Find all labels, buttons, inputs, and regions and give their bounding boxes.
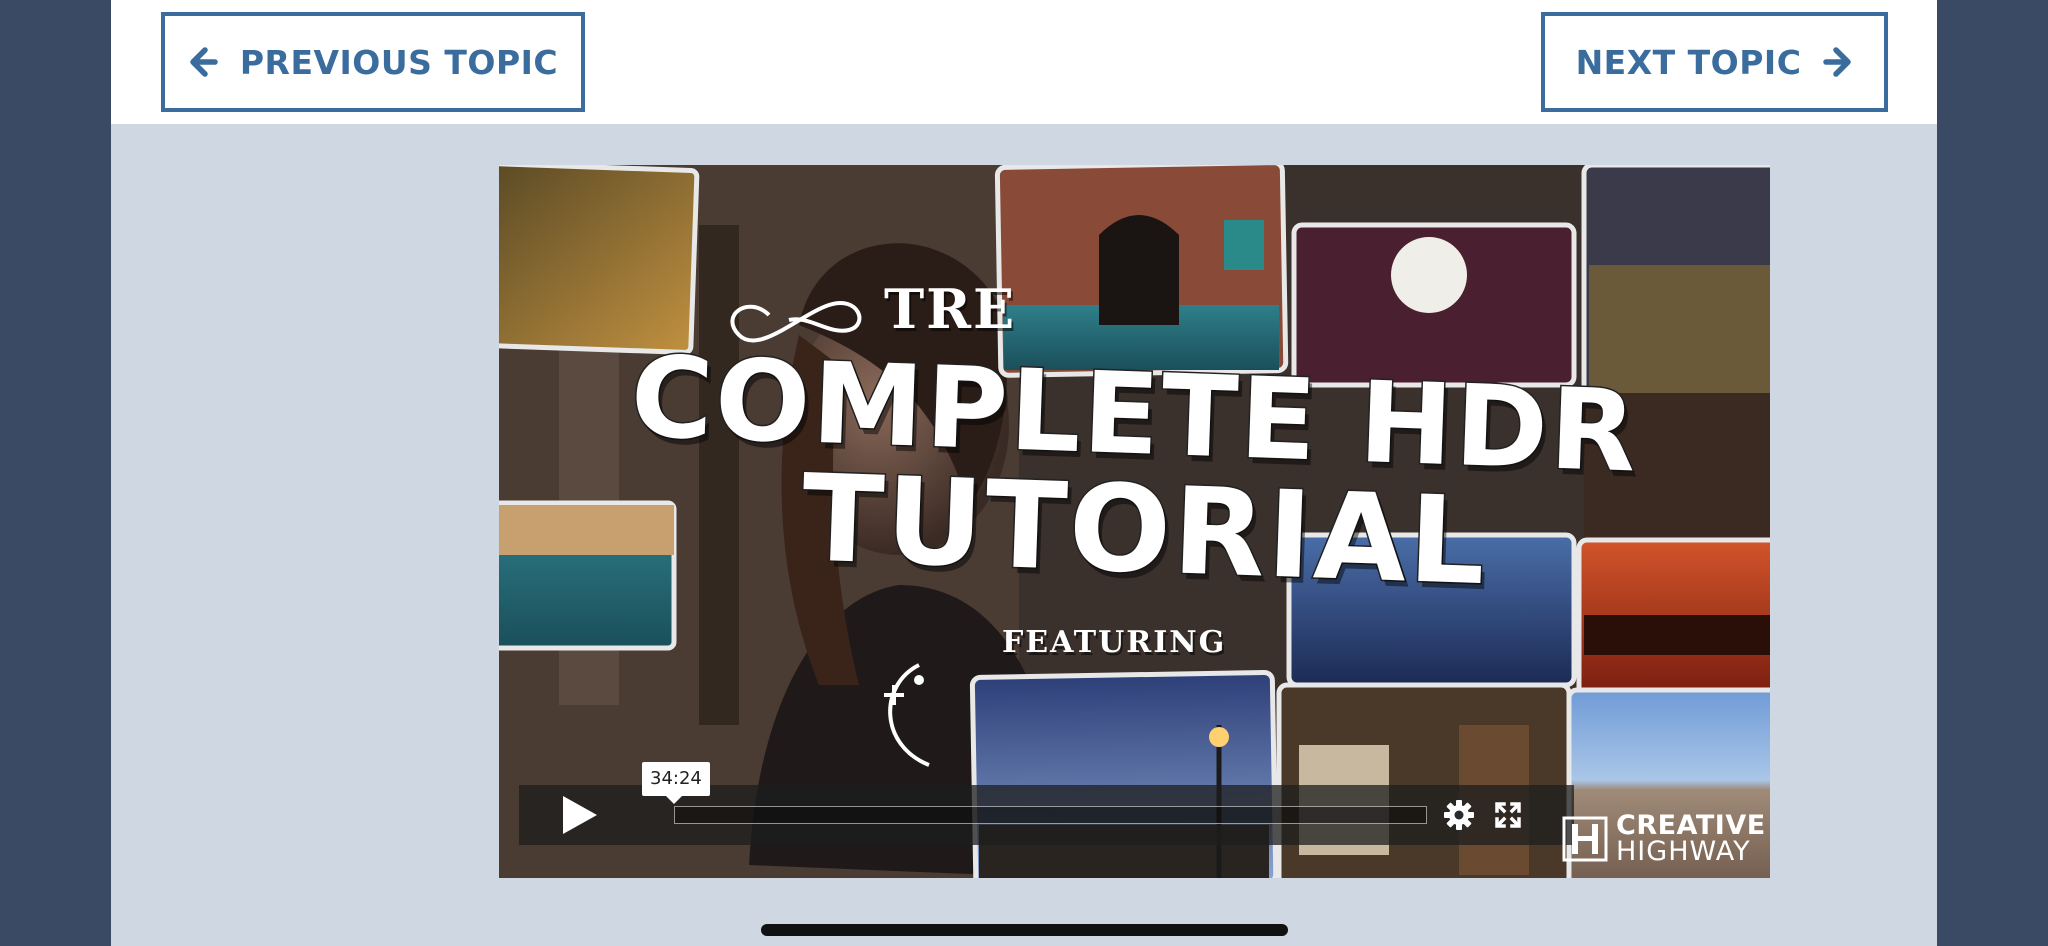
play-button[interactable] — [519, 785, 639, 845]
creative-highway-logo-icon — [1562, 816, 1608, 862]
previous-topic-button[interactable]: PREVIOUS TOPIC — [161, 12, 585, 112]
next-topic-label: NEXT TOPIC — [1575, 42, 1802, 82]
fullscreen-icon — [1495, 802, 1521, 828]
topic-navigation-bar: PREVIOUS TOPIC NEXT TOPIC — [111, 0, 1937, 124]
previous-topic-label: PREVIOUS TOPIC — [239, 42, 559, 82]
settings-button[interactable] — [1442, 798, 1476, 832]
home-indicator[interactable] — [761, 924, 1288, 936]
time-tooltip: 34:24 — [642, 762, 710, 804]
creative-highway-logo: CREATIVE HIGHWAY — [1562, 812, 1766, 867]
video-progress-bar[interactable] — [674, 806, 1427, 824]
video-subtitle: FEATURING — [1002, 625, 1227, 660]
next-topic-button[interactable]: NEXT TOPIC — [1541, 12, 1888, 112]
page-content: PREVIOUS TOPIC NEXT TOPIC TRE COMPLETE H… — [111, 0, 1937, 946]
gear-icon — [1444, 800, 1474, 830]
video-player[interactable]: TRE COMPLETE HDR TUTORIAL FEATURING 34:2… — [499, 165, 1770, 878]
arrow-right-icon — [1823, 47, 1852, 77]
play-icon — [563, 796, 597, 834]
logo-text-line2: HIGHWAY — [1616, 836, 1751, 867]
arrow-left-icon — [190, 47, 218, 77]
video-title-prefix: TRE — [884, 277, 1017, 341]
fullscreen-button[interactable] — [1491, 798, 1525, 832]
